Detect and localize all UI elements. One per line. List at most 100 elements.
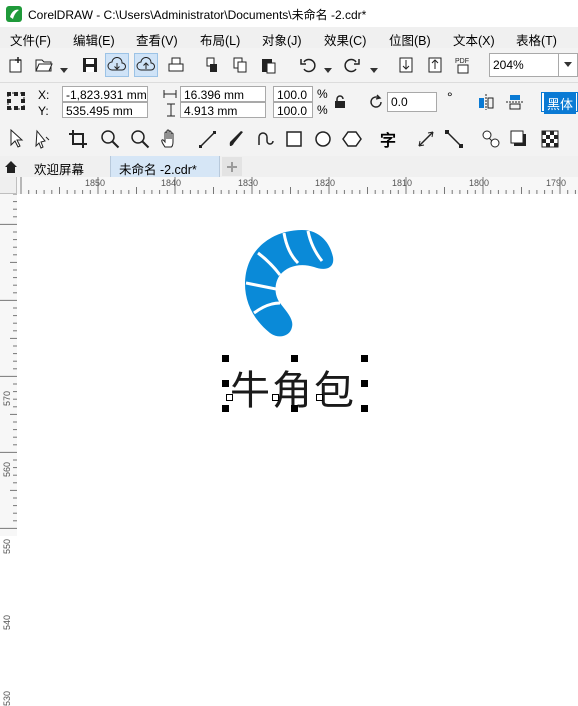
scale-width-field[interactable]: 100.0 [273, 86, 313, 102]
rectangle-tool-icon[interactable] [282, 127, 306, 151]
artistic-media-tool-icon[interactable] [224, 127, 248, 151]
ruler-v-label: 540 [2, 614, 12, 630]
ruler-h-label: 1790 [546, 178, 567, 188]
print-icon[interactable] [164, 53, 188, 77]
selection-handle-middle-right[interactable] [361, 380, 368, 387]
pan-tool-icon[interactable] [157, 127, 181, 151]
zoom-level-field[interactable]: 204% [489, 53, 559, 77]
mirror-horizontal-icon[interactable] [474, 90, 498, 114]
character-node-handle[interactable] [272, 394, 279, 401]
chevron-down-icon [564, 62, 572, 67]
svg-text:PDF: PDF [455, 58, 469, 65]
menu-object[interactable]: 对象(J) [262, 30, 302, 49]
save-icon[interactable] [78, 53, 102, 77]
width-value: 16.396 mm [184, 88, 245, 102]
ruler-v-label: 570 [2, 390, 12, 406]
y-position-field[interactable]: 535.495 mm [62, 102, 148, 118]
pen-curve-tool-icon[interactable] [253, 127, 277, 151]
ruler-v-label: 550 [2, 538, 12, 554]
tab-document-label: 未命名 -2.cdr* [119, 163, 197, 177]
rotation-value: 0.0 [391, 95, 408, 109]
width-icon [163, 88, 177, 102]
menu-text[interactable]: 文本(X) [453, 30, 495, 49]
ruler-h-label: 1800 [469, 178, 490, 188]
dimension-tool-icon[interactable] [414, 127, 438, 151]
height-field[interactable]: 4.913 mm [180, 102, 266, 118]
connector-tool-icon[interactable] [442, 127, 466, 151]
new-document-icon[interactable] [4, 53, 28, 77]
open-folder-icon[interactable] [32, 53, 56, 77]
ruler-corner[interactable] [0, 177, 17, 194]
scale-width-value: 100.0 [277, 88, 308, 102]
selection-handle-top-right[interactable] [361, 355, 368, 362]
font-name-field[interactable]: 黑体 [541, 92, 578, 114]
cloud-download-icon[interactable] [105, 53, 129, 77]
undo-dropdown-arrow-icon[interactable] [324, 63, 332, 73]
undo-icon[interactable] [296, 53, 320, 77]
pick-tool-icon[interactable] [4, 127, 28, 151]
selection-handle-top-center[interactable] [291, 355, 298, 362]
object-origin-icon[interactable] [4, 89, 28, 113]
croissant-logo-icon[interactable] [240, 225, 340, 340]
publish-pdf-icon[interactable]: PDF [452, 53, 476, 77]
blend-tool-icon[interactable] [479, 127, 503, 151]
menu-layout[interactable]: 布局(L) [200, 30, 240, 49]
selection-handle-middle-left[interactable] [222, 380, 229, 387]
horizontal-ruler[interactable]: 1850 1840 1830 1820 1810 1800 1790 [0, 177, 578, 195]
selection-handle-bottom-right[interactable] [361, 405, 368, 412]
freehand-tool-icon[interactable] [196, 127, 220, 151]
drop-shadow-tool-icon[interactable] [507, 127, 531, 151]
selection-handle-top-left[interactable] [222, 355, 229, 362]
cloud-upload-icon[interactable] [134, 53, 158, 77]
cut-icon[interactable] [200, 53, 224, 77]
menu-bitmaps[interactable]: 位图(B) [389, 30, 431, 49]
character-node-handle[interactable] [226, 394, 233, 401]
height-icon [166, 103, 176, 120]
open-dropdown-arrow-icon[interactable] [60, 63, 68, 73]
zoom-tool-icon[interactable] [98, 127, 122, 151]
redo-icon[interactable] [340, 53, 364, 77]
tab-welcome-screen[interactable]: 欢迎屏幕 [22, 156, 110, 177]
selection-handle-bottom-center[interactable] [291, 405, 298, 412]
crop-tool-icon[interactable] [66, 127, 90, 151]
menu-view[interactable]: 查看(V) [136, 30, 178, 49]
window-title: CorelDRAW - C:\Users\Administrator\Docum… [28, 8, 367, 22]
character-node-handle[interactable] [316, 394, 323, 401]
import-icon[interactable] [394, 53, 418, 77]
coreldraw-logo-icon [6, 6, 22, 22]
export-icon[interactable] [423, 53, 447, 77]
polygon-tool-icon[interactable] [340, 127, 364, 151]
x-label: X: [38, 88, 50, 102]
selection-handle-bottom-left[interactable] [222, 405, 229, 412]
x-position-value: -1,823.931 mm [66, 88, 147, 102]
scale-height-field[interactable]: 100.0 [273, 102, 313, 118]
rotation-field[interactable]: 0.0 [387, 92, 437, 112]
ruler-h-label: 1830 [238, 178, 259, 188]
transparency-tool-icon[interactable] [538, 127, 562, 151]
lock-ratio-icon[interactable] [332, 93, 348, 111]
zoom-dropdown-button[interactable] [559, 53, 578, 77]
tab-document[interactable]: 未命名 -2.cdr* [110, 156, 220, 177]
x-position-field[interactable]: -1,823.931 mm [62, 86, 148, 102]
paste-icon[interactable] [256, 53, 280, 77]
menu-effects[interactable]: 效果(C) [324, 30, 366, 49]
add-tab-icon[interactable] [222, 157, 242, 176]
toolbox: 字 [0, 122, 578, 157]
zoom-out-tool-icon[interactable] [128, 127, 152, 151]
scale-height-percent: % [317, 103, 328, 117]
ellipse-tool-icon[interactable] [311, 127, 335, 151]
menu-table[interactable]: 表格(T) [516, 30, 557, 49]
vertical-ruler[interactable]: 570 560 550 540 530 [0, 194, 18, 706]
width-field[interactable]: 16.396 mm [180, 86, 266, 102]
home-icon[interactable] [0, 156, 22, 177]
redo-dropdown-arrow-icon[interactable] [370, 63, 378, 73]
document-tabs: 欢迎屏幕 未命名 -2.cdr* [0, 156, 578, 178]
menu-file[interactable]: 文件(F) [10, 30, 51, 49]
text-tool-icon[interactable]: 字 [376, 127, 400, 151]
mirror-vertical-icon[interactable] [503, 90, 527, 114]
shape-tool-icon[interactable] [32, 127, 56, 151]
zoom-value: 204% [493, 58, 524, 72]
copy-icon[interactable] [228, 53, 252, 77]
ruler-h-label: 1810 [392, 178, 413, 188]
menu-edit[interactable]: 编辑(E) [73, 30, 115, 49]
